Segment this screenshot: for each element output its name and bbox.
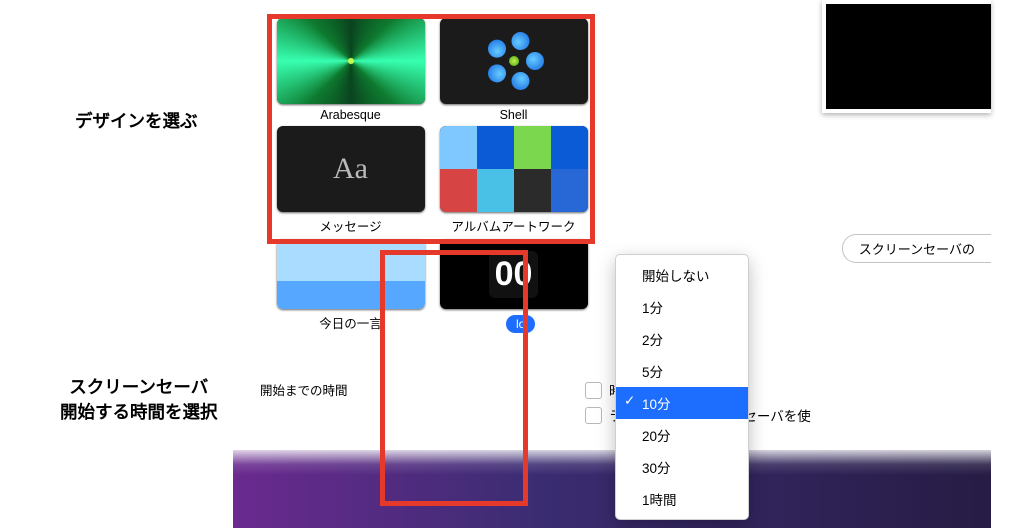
start-delay-option[interactable]: 開始しない bbox=[616, 259, 748, 291]
saver-thumb-message: Aa bbox=[277, 126, 425, 212]
saver-tile-artwork[interactable]: アルバムアートワーク bbox=[436, 126, 591, 235]
saver-label: Shell bbox=[436, 108, 591, 122]
start-delay-menu[interactable]: 開始しない1分2分5分10分20分30分1時間 bbox=[615, 254, 749, 520]
kotoba-band: 喉ば回れ bbox=[277, 283, 425, 303]
callout-choose-time-line1: スクリーンセーバ bbox=[69, 377, 208, 397]
saver-thumb-kotoba: 千言万語 喉ば回れ bbox=[277, 239, 425, 309]
saver-thumb-artwork bbox=[440, 126, 588, 212]
saver-tile-kotoba[interactable]: 千言万語 喉ば回れ 今日の一言 bbox=[273, 239, 428, 332]
checkbox-box-icon bbox=[585, 407, 602, 424]
start-delay-option[interactable]: 10分 bbox=[616, 387, 748, 419]
callout-choose-design: デザインを選ぶ bbox=[75, 109, 198, 134]
start-delay-option[interactable]: 1時間 bbox=[616, 483, 748, 515]
saver-tile-shell[interactable]: Shell bbox=[436, 18, 591, 122]
saver-thumb-shell bbox=[440, 18, 588, 104]
saver-thumb-fliqlo: 00 bbox=[440, 239, 588, 309]
screensaver-live-preview bbox=[822, 0, 991, 113]
screensaver-options-button[interactable]: スクリーンセーバの bbox=[842, 234, 991, 263]
message-glyph: Aa bbox=[333, 152, 368, 186]
start-delay-option[interactable]: 1分 bbox=[616, 291, 748, 323]
callout-choose-time: スクリーンセーバ 開始する時間を選択 bbox=[60, 375, 218, 424]
saver-tile-arabesque[interactable]: Arabesque bbox=[273, 18, 428, 122]
saver-label: Arabesque bbox=[273, 108, 428, 122]
start-delay-option[interactable]: 2分 bbox=[616, 323, 748, 355]
saver-thumb-arabesque bbox=[277, 18, 425, 104]
checkbox-box-icon bbox=[585, 382, 602, 399]
start-delay-option[interactable]: 30分 bbox=[616, 451, 748, 483]
saver-label: メッセージ bbox=[273, 216, 428, 235]
start-delay-option[interactable]: 20分 bbox=[616, 419, 748, 451]
flower-icon bbox=[496, 43, 532, 79]
kotoba-kanji: 千言万語 bbox=[285, 247, 385, 284]
callout-choose-time-line2: 開始する時間を選択 bbox=[60, 402, 218, 422]
start-delay-option[interactable]: 5分 bbox=[616, 355, 748, 387]
desktop-dock-backdrop bbox=[233, 450, 991, 528]
selected-app-pill: lo bbox=[506, 315, 535, 333]
start-delay-label: 開始までの時間 bbox=[260, 380, 348, 399]
fliqlo-digits: 00 bbox=[489, 251, 539, 298]
saver-label: 今日の一言 bbox=[273, 313, 428, 332]
saver-tile-message[interactable]: Aa メッセージ bbox=[273, 126, 428, 235]
saver-label: アルバムアートワーク bbox=[436, 216, 591, 235]
saver-tile-fliqlo[interactable]: 00 lo bbox=[436, 239, 591, 332]
